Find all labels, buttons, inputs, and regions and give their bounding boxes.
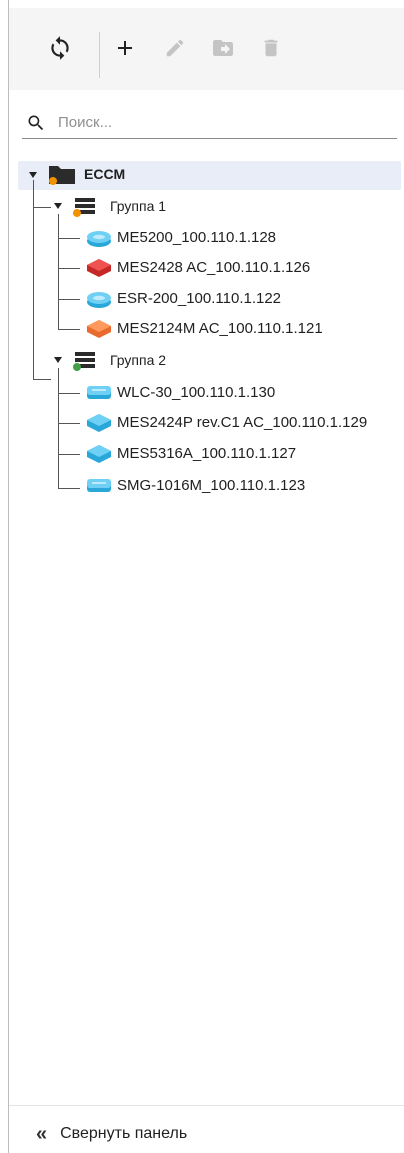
refresh-icon <box>51 36 69 60</box>
tree-device-label[interactable]: MES5316A_100.110.1.127 <box>117 445 296 462</box>
tree-device-label[interactable]: ESR-200_100.110.1.122 <box>117 290 281 307</box>
collapse-panel-button[interactable]: « Свернуть панель <box>36 1122 187 1146</box>
server-group-icon <box>73 352 95 371</box>
tree-line <box>33 180 34 380</box>
move-to-folder-icon <box>213 40 233 56</box>
group-expand-arrow-icon[interactable] <box>54 203 62 209</box>
move-button[interactable] <box>205 30 241 66</box>
tree-line <box>58 454 80 455</box>
double-chevron-left-icon: « <box>36 1123 48 1145</box>
tree-group-label[interactable]: Группа 2 <box>110 352 166 368</box>
tree-device-label[interactable]: WLC-30_100.110.1.130 <box>117 384 275 401</box>
refresh-button[interactable] <box>42 30 78 66</box>
tree-line <box>58 423 80 424</box>
switch-icon <box>87 414 111 432</box>
search-field <box>22 104 397 139</box>
tree-line <box>33 207 51 208</box>
toolbar <box>9 8 404 90</box>
switch-icon <box>87 259 111 277</box>
group-expand-arrow-icon[interactable] <box>54 357 62 363</box>
tree-line <box>58 393 80 394</box>
panel-border <box>8 0 9 1153</box>
footer-divider <box>9 1105 404 1106</box>
tree-root-label[interactable]: ECCM <box>84 166 125 182</box>
tree-device-label[interactable]: MES2124M AC_100.110.1.121 <box>117 320 323 337</box>
tree-line <box>58 329 80 330</box>
tree-device-label[interactable]: MES2428 AC_100.110.1.126 <box>117 259 310 276</box>
wlc-icon <box>87 479 111 492</box>
tree-device-label[interactable]: MES2424P rev.C1 AC_100.110.1.129 <box>117 414 367 431</box>
search-input[interactable] <box>56 110 390 134</box>
switch-icon <box>87 445 111 463</box>
toolbar-separator <box>99 32 100 78</box>
root-expand-arrow-icon[interactable] <box>29 172 37 178</box>
tree-line <box>58 299 80 300</box>
wlc-icon <box>87 386 111 399</box>
switch-icon <box>87 320 111 338</box>
tree-line <box>58 268 80 269</box>
tree-group-label[interactable]: Группа 1 <box>110 198 166 214</box>
tree-device-label[interactable]: SMG-1016M_100.110.1.123 <box>117 477 305 494</box>
server-group-icon <box>73 198 95 217</box>
tree-line <box>33 379 51 380</box>
collapse-panel-label: Свернуть панель <box>60 1125 188 1142</box>
router-icon <box>87 231 111 247</box>
delete-button[interactable] <box>253 30 289 66</box>
tree-line <box>58 368 59 489</box>
pencil-icon <box>166 39 184 57</box>
router-icon <box>87 292 111 308</box>
tree-device-label[interactable]: ME5200_100.110.1.128 <box>117 229 276 246</box>
add-button[interactable] <box>107 30 143 66</box>
trash-icon <box>264 39 278 57</box>
folder-icon <box>49 166 75 185</box>
tree-line <box>58 238 80 239</box>
tree-line <box>58 214 59 330</box>
tree-line <box>58 488 80 489</box>
search-icon <box>28 115 44 131</box>
plus-icon <box>118 41 132 55</box>
edit-button[interactable] <box>157 30 193 66</box>
